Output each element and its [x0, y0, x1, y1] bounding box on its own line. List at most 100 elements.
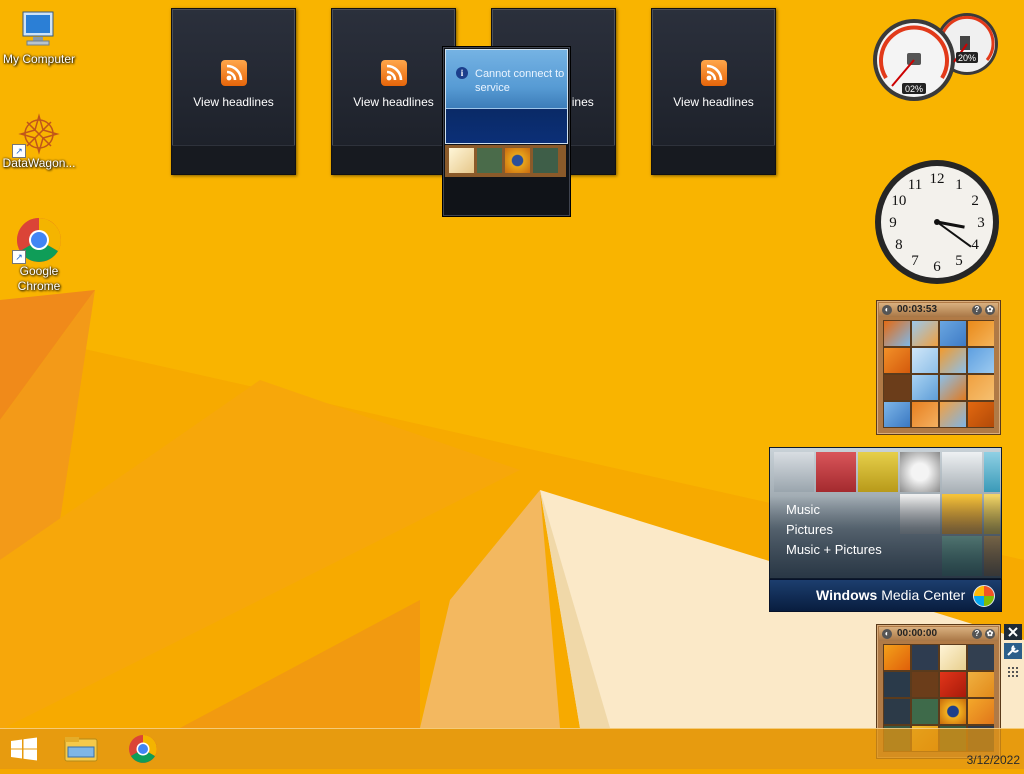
- desktop-icon-my-computer[interactable]: My Computer: [0, 8, 78, 67]
- info-icon: i: [456, 67, 468, 79]
- drag-handle-icon[interactable]: [1004, 664, 1022, 680]
- puzzle-tile[interactable]: [940, 672, 966, 697]
- rss-icon: [701, 60, 727, 86]
- clock-numeral: 8: [895, 237, 903, 253]
- puzzle-tile-empty: [884, 375, 910, 400]
- taskbar: 3/12/2022: [0, 728, 1024, 769]
- solve-icon[interactable]: ✿: [985, 305, 995, 315]
- desktop-icon-label: DataWagon...: [2, 156, 76, 170]
- clock-numeral: 12: [930, 171, 945, 187]
- clock-numeral: 10: [891, 193, 906, 209]
- puzzle-tile[interactable]: [968, 672, 994, 697]
- media-center-title: Windows Media Center: [816, 587, 965, 603]
- puzzle-tile[interactable]: [968, 348, 994, 373]
- clock-numeral: 5: [955, 253, 963, 269]
- headlines-gadget[interactable]: View headlines: [171, 8, 296, 175]
- media-center-gadget[interactable]: Music Pictures Music + Pictures: [769, 447, 1002, 579]
- cpu-meter-gadget[interactable]: 02% 20%: [872, 8, 1002, 103]
- desktop-icon-datawagon[interactable]: ↗ DataWagon...: [0, 112, 78, 171]
- cpu-usage-label: 02%: [905, 84, 923, 94]
- view-headlines-link[interactable]: View headlines: [652, 95, 775, 109]
- puzzle-tile[interactable]: [968, 402, 994, 427]
- puzzle-tile[interactable]: [940, 645, 966, 670]
- taskbar-clock[interactable]: 3/12/2022: [967, 735, 1020, 769]
- rss-icon: [381, 60, 407, 86]
- puzzle-timer: 00:00:00: [897, 628, 938, 639]
- media-menu-music-pictures[interactable]: Music + Pictures: [786, 542, 882, 557]
- puzzle-tile[interactable]: [884, 672, 910, 697]
- puzzle-toolbar: ◐ 00:03:53 ? ✿: [879, 303, 998, 317]
- media-tile: [816, 452, 856, 492]
- puzzle-tile[interactable]: [968, 321, 994, 346]
- solve-icon[interactable]: ✿: [985, 629, 995, 639]
- media-menu-music[interactable]: Music: [786, 502, 820, 517]
- clock-gadget[interactable]: 12 12 3 45678 9 1011: [874, 159, 1000, 285]
- gadget-footer: [652, 145, 775, 174]
- puzzle-tile[interactable]: [884, 321, 910, 346]
- puzzle-tile[interactable]: [912, 321, 938, 346]
- puzzle-tile-empty: [912, 672, 938, 697]
- desktop-icon-google-chrome[interactable]: ↗ Google Chrome: [0, 216, 78, 294]
- memory-usage-label: 20%: [958, 53, 976, 63]
- gadget-footer: [172, 145, 295, 174]
- puzzle-tile[interactable]: [912, 375, 938, 400]
- puzzle-tile[interactable]: [884, 402, 910, 427]
- puzzle-tile[interactable]: [940, 699, 966, 724]
- media-menu: Music Pictures Music + Pictures: [770, 496, 1001, 578]
- windows-logo-icon: [11, 737, 37, 761]
- media-menu-pictures[interactable]: Pictures: [786, 522, 833, 537]
- puzzle-tile[interactable]: [968, 375, 994, 400]
- help-icon[interactable]: ?: [972, 629, 982, 639]
- media-center-brand-bold: Windows: [816, 587, 878, 603]
- view-headlines-link[interactable]: View headlines: [332, 95, 455, 109]
- puzzle-tile[interactable]: [940, 321, 966, 346]
- desktop-icon-label: Google Chrome: [17, 264, 61, 293]
- puzzle-tile[interactable]: [912, 348, 938, 373]
- slideshow-screen: i Cannot connect to service: [445, 49, 568, 144]
- puzzle-tile[interactable]: [884, 699, 910, 724]
- error-banner: i Cannot connect to service: [446, 50, 567, 109]
- puzzle-tile[interactable]: [912, 645, 938, 670]
- show-picture-icon[interactable]: ◐: [882, 305, 892, 315]
- puzzle-tile[interactable]: [884, 348, 910, 373]
- puzzle-tile[interactable]: [884, 645, 910, 670]
- clock-numeral: 2: [971, 193, 979, 209]
- headlines-gadget[interactable]: View headlines: [651, 8, 776, 175]
- view-headlines-link[interactable]: View headlines: [172, 95, 295, 109]
- thumbnail[interactable]: [449, 148, 474, 173]
- shortcut-arrow-icon: ↗: [12, 250, 26, 264]
- puzzle-tile[interactable]: [968, 699, 994, 724]
- taskbar-file-explorer[interactable]: [50, 729, 110, 769]
- puzzle-toolbar: ◐ 00:00:00 ? ✿: [879, 627, 998, 641]
- close-icon[interactable]: [1004, 624, 1022, 640]
- thumbnail[interactable]: [505, 148, 530, 173]
- puzzle-tile[interactable]: [940, 375, 966, 400]
- media-center-brand-light: Media Center: [877, 587, 966, 603]
- chrome-icon: [129, 735, 157, 763]
- rss-icon: [221, 60, 247, 86]
- puzzle-tile[interactable]: [940, 402, 966, 427]
- gadget-footer: [332, 145, 455, 174]
- media-center-launch-bar[interactable]: Windows Media Center: [769, 579, 1002, 612]
- clock-numeral: 4: [971, 237, 979, 253]
- media-tile: [774, 452, 814, 492]
- puzzle-tile[interactable]: [912, 402, 938, 427]
- options-wrench-icon[interactable]: [1004, 643, 1022, 659]
- headlines-gadget[interactable]: View headlines: [331, 8, 456, 175]
- clock-numeral: 7: [911, 253, 919, 269]
- puzzle-tile[interactable]: [912, 699, 938, 724]
- thumbnail[interactable]: [477, 148, 502, 173]
- picture-puzzle-gadget[interactable]: ◐ 00:03:53 ? ✿: [876, 300, 1001, 435]
- computer-icon: [22, 11, 54, 46]
- show-picture-icon[interactable]: ◐: [882, 629, 892, 639]
- taskbar-chrome[interactable]: [114, 729, 174, 769]
- puzzle-tile[interactable]: [940, 348, 966, 373]
- help-icon[interactable]: ?: [972, 305, 982, 315]
- thumbnail[interactable]: [533, 148, 558, 173]
- clock-numeral: 6: [933, 259, 941, 275]
- slideshow-gadget[interactable]: i Cannot connect to service: [442, 46, 571, 217]
- start-button[interactable]: [0, 729, 48, 769]
- thumbnail-strip: [445, 145, 566, 177]
- puzzle-tile[interactable]: [968, 645, 994, 670]
- puzzle-grid: [883, 320, 994, 428]
